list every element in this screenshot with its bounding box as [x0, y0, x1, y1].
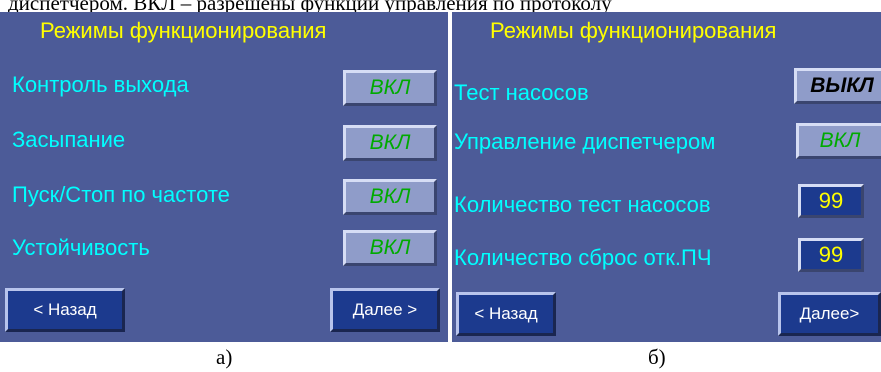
caption-a: а) — [216, 345, 233, 369]
hmi-screen-b: Режимы функционирования Тест насосов ВЫК… — [452, 12, 881, 342]
label-output-control: Контроль выхода — [12, 72, 189, 97]
toggle-start-stop-frequency[interactable]: ВКЛ — [343, 179, 437, 215]
next-button[interactable]: Далее> — [778, 292, 881, 336]
screen-title: Режимы функционирования — [490, 18, 777, 43]
back-button[interactable]: < Назад — [456, 292, 556, 336]
label-fault-reset-count: Количество сброс отк.ПЧ — [454, 245, 712, 270]
caption-b: б) — [648, 345, 666, 369]
label-pump-test-count: Количество тест насосов — [454, 192, 711, 217]
toggle-output-control[interactable]: ВКЛ — [343, 70, 437, 106]
toggle-dispatcher-control[interactable]: ВКЛ — [796, 123, 881, 159]
fault-reset-count-field[interactable]: 99 — [798, 238, 864, 272]
document-top-text: диспетчером. ВКЛ – разрешены функции упр… — [8, 0, 612, 12]
hmi-screen-a: Режимы функционирования Контроль выхода … — [0, 12, 448, 342]
pump-test-count-field[interactable]: 99 — [798, 184, 864, 218]
screen-title: Режимы функционирования — [40, 18, 327, 43]
label-stability: Устойчивость — [12, 235, 150, 260]
back-button[interactable]: < Назад — [5, 288, 125, 332]
document-text-fragment: диспетчером. ВКЛ – разрешены функции упр… — [0, 0, 881, 12]
label-dispatcher-control: Управление диспетчером — [454, 129, 716, 154]
next-button[interactable]: Далее > — [330, 288, 440, 332]
toggle-sleep[interactable]: ВКЛ — [343, 125, 437, 161]
toggle-stability[interactable]: ВКЛ — [343, 230, 437, 266]
label-pump-test: Тест насосов — [454, 80, 589, 105]
label-start-stop-frequency: Пуск/Стоп по частоте — [12, 182, 230, 207]
toggle-pump-test[interactable]: ВЫКЛ — [794, 68, 881, 104]
label-sleep: Засыпание — [12, 127, 126, 152]
